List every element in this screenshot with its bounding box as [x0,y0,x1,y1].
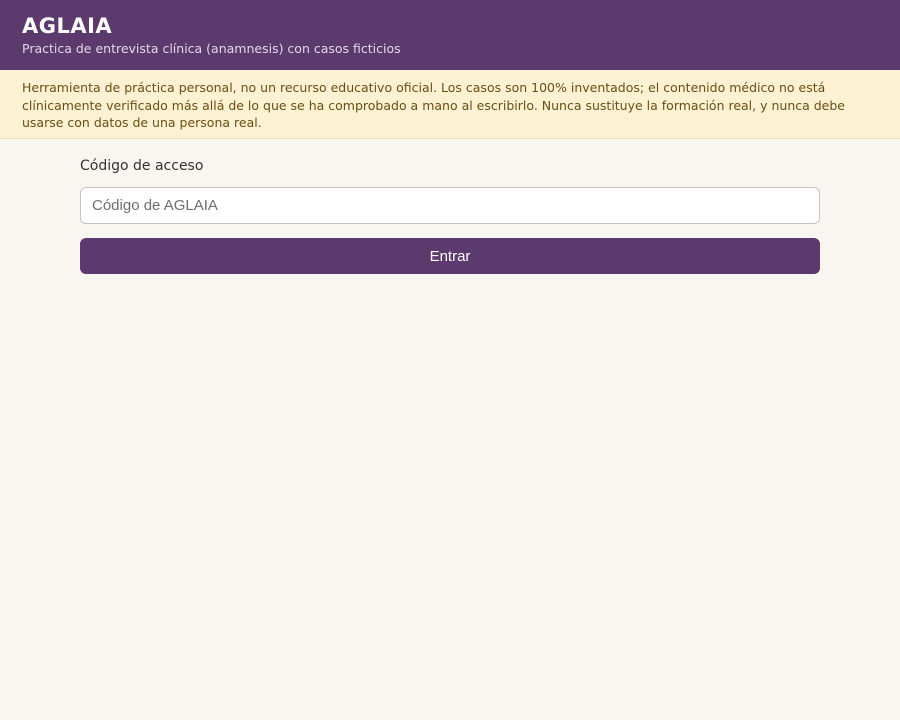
app-subtitle: Practica de entrevista clínica (anamnesi… [22,41,401,56]
access-code-label: Código de acceso [80,158,204,174]
disclaimer-banner: Herramienta de práctica personal, no un … [0,70,900,139]
app-header: AGLAIA Practica de entrevista clínica (a… [0,0,900,70]
access-code-input[interactable] [80,187,820,224]
disclaimer-text: Herramienta de práctica personal, no un … [22,80,845,130]
login-form: Código de acceso Entrar [80,139,820,274]
enter-button[interactable]: Entrar [80,238,820,274]
app-title: AGLAIA [22,14,113,38]
